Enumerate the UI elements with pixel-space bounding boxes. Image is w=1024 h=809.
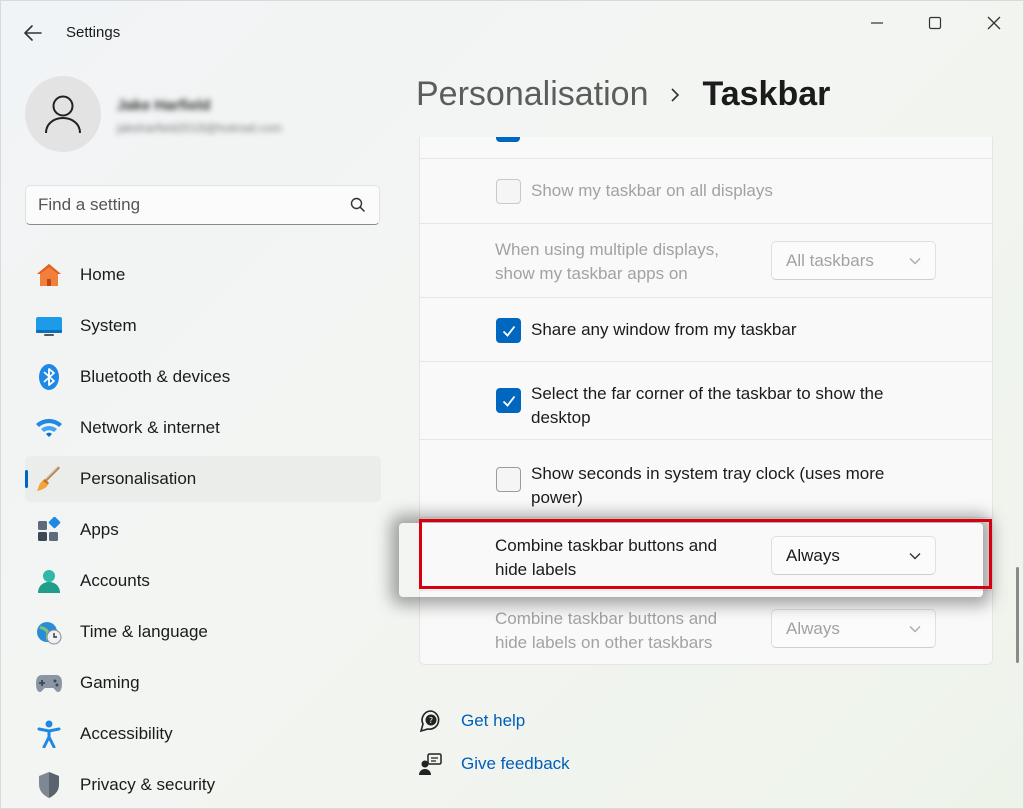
app-title: Settings	[66, 24, 121, 41]
sidebar-item-label: Accounts	[80, 571, 150, 590]
settings-window: Settings Jake Harfield jakeharfield2019@…	[0, 0, 1024, 809]
avatar[interactable]	[25, 76, 101, 152]
settings-row-show-seconds: Show seconds in system tray clock (uses …	[420, 440, 992, 518]
sidebar-item-personalisation[interactable]: Personalisation	[25, 456, 381, 502]
accessibility-icon	[35, 720, 63, 748]
accounts-icon	[35, 567, 63, 595]
sidebar-item-label: Home	[80, 265, 126, 284]
give-feedback-link[interactable]: Give feedback	[419, 752, 570, 776]
user-email: jakeharfield2019@hotmail.com	[117, 121, 282, 135]
checkmark-icon	[502, 395, 515, 407]
back-button[interactable]	[21, 21, 45, 45]
minimize-button[interactable]	[854, 9, 900, 37]
user-icon	[45, 95, 81, 134]
sidebar-item-network[interactable]: Network & internet	[25, 405, 381, 451]
sidebar-item-label: System	[80, 316, 137, 335]
system-icon	[35, 312, 63, 340]
multi-display-label-line1: When using multiple displays,	[495, 240, 719, 259]
sidebar-item-label: Time & language	[80, 622, 208, 641]
multi-display-dropdown[interactable]: All taskbars	[771, 241, 936, 280]
multi-display-label: When using multiple displays, show my ta…	[495, 238, 719, 286]
settings-row-share-window: Share any window from my taskbar	[420, 298, 992, 362]
sidebar-item-label: Personalisation	[80, 469, 197, 488]
sidebar-item-privacy-security[interactable]: Privacy & security	[25, 762, 381, 808]
far-corner-label-line1: Select the far corner of the taskbar to …	[531, 384, 884, 403]
highlight-box	[419, 519, 992, 589]
show-seconds-label-line1: Show seconds in system tray clock (uses …	[531, 464, 885, 483]
show-seconds-label: Show seconds in system tray clock (uses …	[531, 462, 884, 510]
sidebar-item-label: Accessibility	[80, 724, 173, 743]
combine-other-label-line1: Combine taskbar buttons and	[495, 609, 718, 628]
bluetooth-icon	[35, 363, 63, 391]
sidebar-item-label: Network & internet	[80, 418, 220, 437]
search-icon[interactable]	[349, 196, 367, 214]
sidebar-item-label: Gaming	[80, 673, 140, 692]
settings-row-multi-display-apps: When using multiple displays, show my ta…	[420, 224, 992, 298]
give-feedback-label: Give feedback	[461, 754, 570, 773]
shield-icon	[35, 771, 63, 799]
checkmark-icon	[502, 325, 515, 337]
sidebar-item-apps[interactable]: Apps	[25, 507, 381, 553]
far-corner-label: Select the far corner of the taskbar to …	[531, 382, 883, 430]
help-icon: ?	[419, 709, 443, 733]
far-corner-label-line2: desktop	[531, 408, 591, 427]
wifi-icon	[35, 414, 63, 442]
close-button[interactable]	[971, 9, 1017, 37]
maximize-button[interactable]	[912, 9, 958, 37]
back-arrow-icon	[24, 25, 42, 41]
checkbox-partial[interactable]	[496, 137, 520, 142]
chevron-right-icon	[670, 87, 680, 103]
title-bar: Settings	[1, 1, 1023, 57]
maximize-icon	[928, 16, 942, 30]
show-seconds-checkbox[interactable]	[496, 467, 521, 492]
gamepad-icon	[35, 669, 63, 697]
sidebar-item-time-language[interactable]: Time & language	[25, 609, 381, 655]
multi-display-label-line2: show my taskbar apps on	[495, 264, 688, 283]
all-displays-label: Show my taskbar on all displays	[531, 181, 773, 200]
far-corner-checkbox[interactable]	[496, 388, 521, 413]
settings-row-combine-other: Combine taskbar buttons and hide labels …	[420, 591, 992, 665]
close-icon	[987, 16, 1001, 30]
get-help-label: Get help	[461, 711, 526, 730]
share-window-label: Share any window from my taskbar	[531, 320, 797, 339]
home-icon	[35, 261, 63, 289]
sidebar-item-system[interactable]: System	[25, 303, 381, 349]
show-seconds-label-line2: power)	[531, 488, 583, 507]
sidebar-item-accounts[interactable]: Accounts	[25, 558, 381, 604]
sidebar-item-bluetooth[interactable]: Bluetooth & devices	[25, 354, 381, 400]
sidebar-item-home[interactable]: Home	[25, 252, 381, 298]
breadcrumb-parent[interactable]: Personalisation	[416, 75, 648, 114]
dropdown-value: All taskbars	[786, 250, 874, 270]
sidebar-item-gaming[interactable]: Gaming	[25, 660, 381, 706]
combine-other-dropdown[interactable]: Always	[771, 609, 936, 648]
search-input[interactable]	[38, 195, 349, 215]
all-displays-checkbox[interactable]	[496, 179, 521, 204]
apps-icon	[35, 516, 63, 544]
sidebar-nav: Home System Bluetooth & devices Network …	[25, 252, 381, 809]
sidebar-item-accessibility[interactable]: Accessibility	[25, 711, 381, 757]
settings-row-partial	[420, 137, 992, 159]
sidebar-item-label: Bluetooth & devices	[80, 367, 231, 386]
sidebar-item-label: Apps	[80, 520, 119, 539]
chevron-down-icon	[909, 257, 921, 264]
breadcrumb: Personalisation Taskbar	[416, 75, 830, 114]
feedback-icon	[419, 752, 443, 776]
sidebar-item-label: Privacy & security	[80, 775, 216, 794]
settings-row-far-corner: Select the far corner of the taskbar to …	[420, 362, 992, 440]
page-title: Taskbar	[702, 75, 831, 113]
svg-text:?: ?	[429, 716, 433, 725]
share-window-checkbox[interactable]	[496, 318, 521, 343]
settings-row-all-displays: Show my taskbar on all displays	[420, 159, 992, 224]
scrollbar[interactable]	[1016, 567, 1019, 663]
get-help-link[interactable]: ? Get help	[419, 709, 525, 733]
dropdown-value: Always	[786, 618, 840, 638]
user-name: Jake Harfield	[117, 97, 211, 114]
clock-globe-icon	[35, 618, 63, 646]
brush-icon	[35, 465, 63, 493]
chevron-down-icon	[909, 625, 921, 632]
combine-other-label: Combine taskbar buttons and hide labels …	[495, 607, 717, 655]
minimize-icon	[871, 22, 883, 24]
combine-other-label-line2: hide labels on other taskbars	[495, 633, 713, 652]
search-box[interactable]	[25, 185, 380, 225]
